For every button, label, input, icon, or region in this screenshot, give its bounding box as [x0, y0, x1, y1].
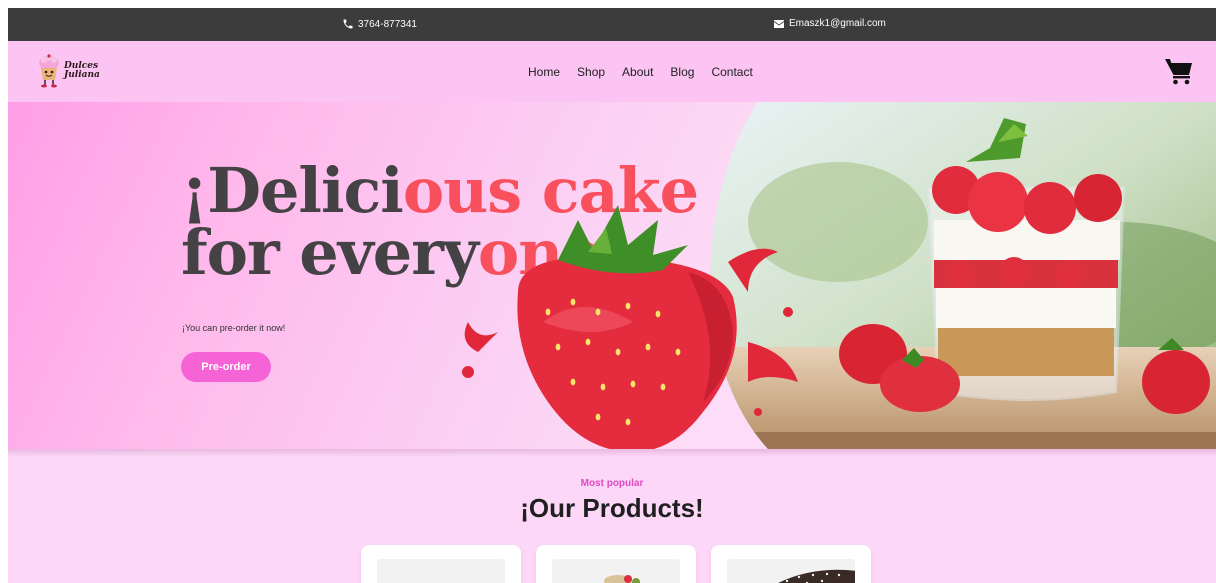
- nav-contact[interactable]: Contact: [711, 65, 752, 79]
- products-eyebrow: Most popular: [580, 478, 644, 489]
- brand-logo[interactable]: Dulces Juliana: [36, 53, 106, 89]
- product-card[interactable]: [361, 545, 521, 583]
- cart-button[interactable]: [1163, 55, 1195, 92]
- products-title: ¡Our Products!: [520, 493, 704, 523]
- email-contact[interactable]: Emaszk1@gmail.com: [773, 18, 886, 29]
- email-address: Emaszk1@gmail.com: [789, 18, 886, 29]
- nav-blog[interactable]: Blog: [670, 65, 694, 79]
- product-photo-2[interactable]: [552, 559, 680, 583]
- contact-bar: 3764-877341 Emaszk1@gmail.com: [8, 8, 1216, 41]
- nav-shop[interactable]: Shop: [577, 65, 605, 79]
- preorder-button[interactable]: Pre-order: [181, 352, 271, 382]
- hero-shadow: [8, 449, 1216, 457]
- product-card[interactable]: [536, 545, 696, 583]
- shopping-cart-icon: [1165, 59, 1192, 85]
- product-photo-3[interactable]: [727, 559, 855, 583]
- page: 3764-877341 Emaszk1@gmail.com Dulces Jul…: [8, 8, 1216, 583]
- hero-banner: ¡Delicious cake for everyone ¡You can pr…: [8, 102, 1216, 449]
- product-photo-1[interactable]: [377, 559, 505, 583]
- brand-name-line2: Juliana: [64, 70, 100, 80]
- strawberry-splash-illustration: [462, 205, 798, 449]
- envelope-icon: [774, 19, 784, 28]
- main-navbar: Dulces Juliana Home Shop About Blog Cont…: [8, 41, 1216, 102]
- cupcake-mascot-icon: [39, 54, 59, 88]
- phone-icon: [343, 19, 353, 29]
- headline-line2-dark: for every: [181, 216, 479, 289]
- product-photo-2-image: [604, 575, 640, 583]
- phone-number: 3764-877341: [358, 18, 417, 30]
- product-card[interactable]: [711, 545, 871, 583]
- phone-contact[interactable]: 3764-877341: [342, 18, 417, 30]
- nav-home[interactable]: Home: [528, 65, 560, 79]
- hero-subtitle: ¡You can pre-order it now!: [182, 323, 286, 333]
- product-photo-3-image: [778, 569, 855, 583]
- nav-menu: Home Shop About Blog Contact: [528, 65, 753, 79]
- nav-about[interactable]: About: [622, 65, 653, 79]
- brand-name: Dulces Juliana: [64, 62, 100, 80]
